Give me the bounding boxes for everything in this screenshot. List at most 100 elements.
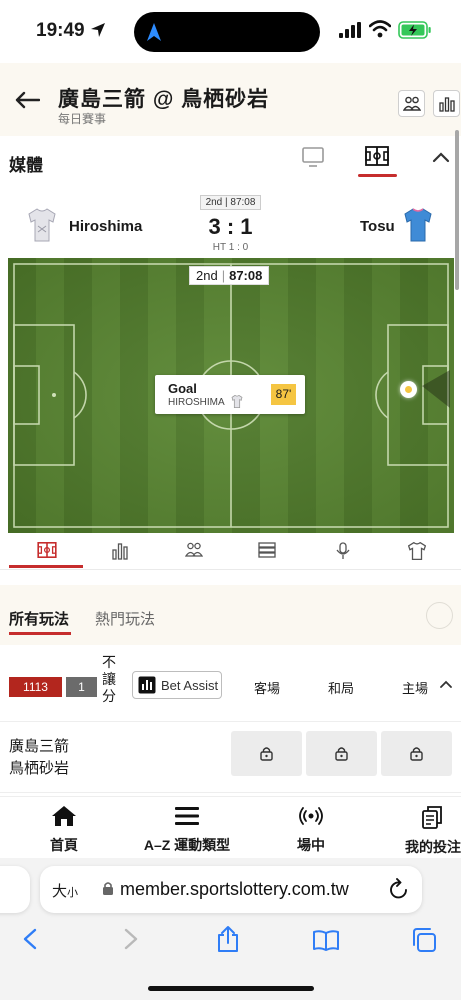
browser-toolbar: 大小 member.sportslottery.com.tw [0,858,461,1000]
event-team: HIROSHIMA [168,397,225,408]
people-icon [402,96,421,111]
bookmarks-icon[interactable] [312,929,340,951]
event-minute: 87' [271,384,296,405]
tab-table-icon[interactable] [258,542,276,558]
bar-chart-icon [138,676,156,694]
ball-position-marker [400,381,417,398]
nav-live-label: 場中 [297,837,325,853]
reload-icon[interactable] [389,878,409,900]
lock-icon [410,747,423,761]
bet-type-tabs: 所有玩法 熱門玩法 [0,585,461,645]
page-title: 廣島三箭 @ 鳥栖砂岩 [58,88,270,111]
nav-my-bets-label: 我的投注 [405,839,461,855]
odds-button-draw[interactable] [306,731,377,776]
tabs-icon[interactable] [411,927,437,953]
odds-button-home[interactable] [381,731,452,776]
home-team-name: Hiroshima [69,218,143,235]
media-label: 媒體 [9,156,43,175]
scrollbar[interactable] [455,130,459,290]
market-count-badge[interactable]: 1113 [9,677,62,697]
navigation-icon [147,23,161,41]
wifi-icon [369,20,391,38]
column-home: 主場 [401,681,428,696]
match-pitch: 2nd | 87:08 Goal HIROSHIMA 87' [8,258,454,533]
documents-icon [422,806,442,829]
jersey-icon [231,395,243,408]
pitch-view-icon[interactable] [365,146,389,166]
dynamic-island [134,12,320,52]
bottom-nav: 首頁 A–Z 運動類型 場中 我的投注 [0,796,461,858]
market-header: 1113 1 不 讓 分 Bet Assist 客場 和局 主場 [0,650,461,722]
row-team-2: 鳥栖砂岩 [9,760,70,777]
nav-sports[interactable]: A–Z 運動類型 [137,805,237,855]
goal-event-card: Goal HIROSHIMA 87' [155,375,305,414]
pitch-clock: 2nd | 87:08 [189,266,270,285]
media-bar: 媒體 [0,137,461,183]
stats-tab-indicator [9,565,83,568]
nav-home-label: 首頁 [50,837,78,853]
home-indicator [148,986,314,991]
back-icon[interactable] [22,928,38,950]
nav-home[interactable]: 首頁 [44,805,84,855]
tab-stats-icon[interactable] [112,542,128,560]
live-signal-icon [299,807,323,825]
odds-button-away[interactable] [231,731,302,776]
chevron-up-icon[interactable] [432,151,450,163]
nav-live[interactable]: 場中 [290,805,332,855]
tab-jersey-icon[interactable] [408,542,426,560]
tab-commentary-icon[interactable] [336,542,350,560]
stats-button[interactable] [433,90,460,117]
bet-assist-label: Bet Assist [161,677,219,693]
market-sub-badge[interactable]: 1 [66,677,97,697]
status-bar: 19:49 [0,0,461,62]
previous-tab-card[interactable] [0,866,30,913]
scoreboard: Hiroshima 2nd | 87:08 3 : 1 HT 1 : 0 Tos… [0,190,461,258]
match-clock-badge: 2nd | 87:08 [200,195,261,210]
bet-assist-button[interactable]: Bet Assist [132,671,222,699]
url-text: member.sportslottery.com.tw [120,879,349,899]
bet-tab-indicator [9,632,71,635]
home-icon [52,806,76,826]
share-icon[interactable] [216,925,240,953]
pitch-time: 87:08 [229,268,263,283]
page-subtitle: 每日賽事 [58,112,107,126]
pitch-period: 2nd [196,268,218,283]
stats-tab-bar [0,536,461,570]
battery-charging-icon [398,21,431,39]
match-header: 廣島三箭 @ 鳥栖砂岩 每日賽事 [0,63,461,136]
nav-my-bets[interactable]: 我的投注 [403,805,461,857]
column-draw: 和局 [327,681,354,696]
cellular-signal-icon [339,22,361,38]
lock-icon [260,747,273,761]
nav-sports-label: A–Z 運動類型 [143,837,231,853]
away-team-name: Tosu [360,218,395,235]
bar-chart-icon [438,96,455,112]
text-size-button[interactable]: 大小 [52,880,78,901]
match-row: 廣島三箭 鳥栖砂岩 [0,723,461,793]
lineup-button[interactable] [398,90,425,117]
halftime-score: HT 1 : 0 [212,242,249,253]
away-jersey-icon [404,208,432,242]
match-score: 3 : 1 [208,214,253,239]
row-team-1: 廣島三箭 [9,738,70,755]
media-tab-indicator [358,174,397,177]
tab-popular-bets[interactable]: 熱門玩法 [95,608,155,629]
handicap-label: 不 讓 分 [102,654,116,704]
home-jersey-icon [28,208,56,242]
toggle-circle-button[interactable] [426,602,453,629]
lock-icon [335,747,348,761]
lock-icon [103,882,113,895]
tab-all-bets[interactable]: 所有玩法 [9,608,69,629]
menu-icon [175,807,199,825]
tab-lineup-icon[interactable] [185,542,203,558]
address-bar[interactable]: 大小 member.sportslottery.com.tw [40,866,422,913]
back-arrow-icon[interactable] [14,91,40,109]
chevron-up-icon[interactable] [440,680,452,689]
tv-icon[interactable] [302,147,324,167]
forward-icon[interactable] [123,928,139,950]
status-time: 19:49 [36,20,85,41]
location-arrow-icon [91,23,105,37]
tab-pitch-icon[interactable] [37,542,57,558]
column-away: 客場 [253,681,280,696]
event-title: Goal [168,381,197,396]
